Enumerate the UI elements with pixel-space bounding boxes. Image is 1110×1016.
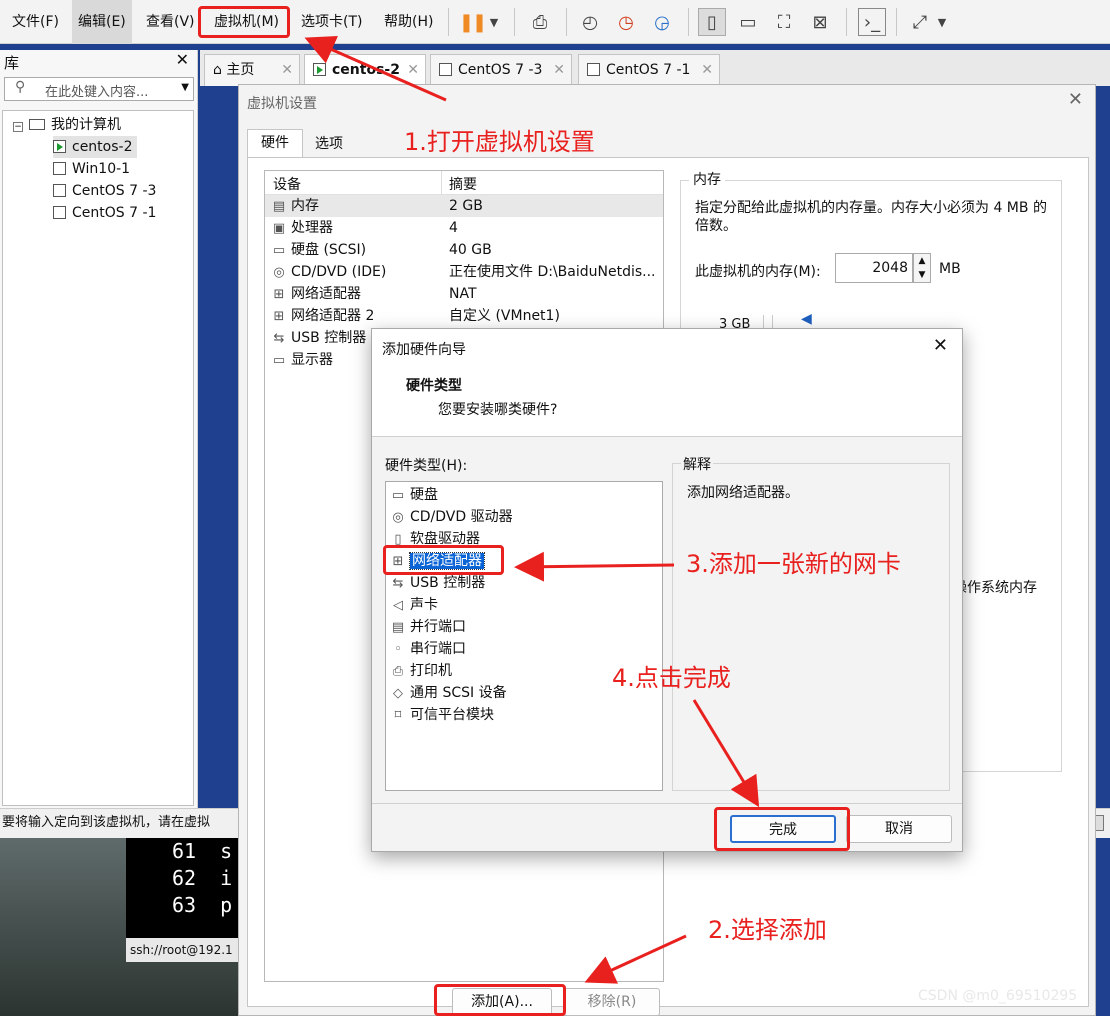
annotation-step4: 4.点击完成: [612, 664, 731, 692]
arrow-step3: [514, 551, 675, 582]
arrow-step1: [304, 35, 447, 102]
arrow-step2: [584, 934, 687, 984]
annotation-step3: 3.添加一张新的网卡: [686, 550, 901, 578]
annotation-step1: 1.打开虚拟机设置: [404, 128, 595, 156]
watermark: CSDN @m0_69510295: [918, 988, 1078, 1004]
annotation-step2: 2.选择添加: [708, 916, 827, 944]
arrow-step4: [692, 699, 760, 808]
